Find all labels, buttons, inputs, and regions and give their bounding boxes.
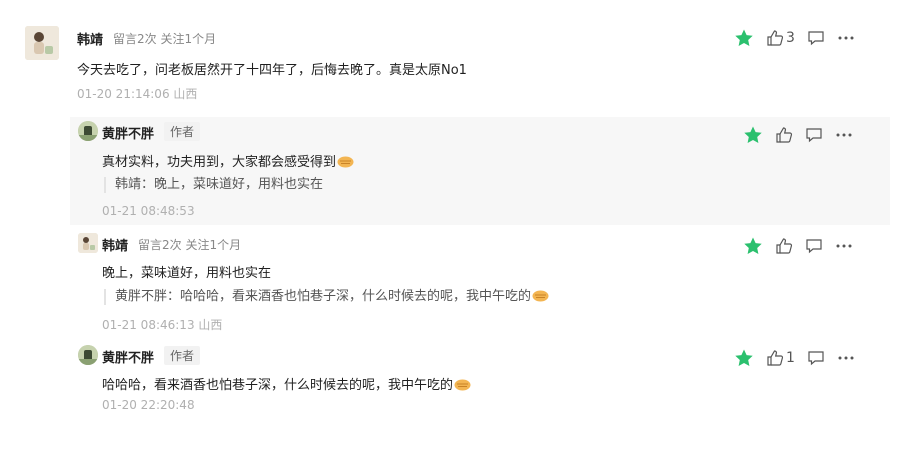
- reply-actions: [743, 124, 865, 146]
- reply-commenter-name[interactable]: 韩靖: [102, 235, 128, 254]
- star-icon: [744, 126, 762, 143]
- reply-text: 真材实料，功夫用到，大家都会感受得到: [102, 151, 354, 170]
- like-count: 1: [786, 350, 795, 366]
- handshake-emoji: [454, 378, 471, 391]
- star-button[interactable]: [743, 236, 763, 256]
- reply-button[interactable]: [807, 29, 825, 47]
- like-count: 3: [786, 30, 795, 46]
- comment-icon: [806, 128, 822, 143]
- comment-icon: [808, 31, 824, 46]
- like-button[interactable]: 3: [766, 29, 795, 47]
- reply-author-name[interactable]: 黄胖不胖: [102, 123, 154, 142]
- like-button[interactable]: 1: [766, 349, 795, 367]
- author-avatar[interactable]: [78, 345, 98, 365]
- commenter-avatar[interactable]: [25, 26, 59, 60]
- reply-time: 01-21 08:46:13 山西: [102, 318, 223, 332]
- reply-time: 01-21 08:48:53: [102, 204, 195, 218]
- reply-quote: 黄胖不胖：哈哈哈，看来酒香也怕巷子深，什么时候去的呢，我中午吃的: [104, 289, 549, 305]
- more-icon: [838, 356, 854, 360]
- star-button[interactable]: [743, 125, 763, 145]
- comment-icon: [806, 239, 822, 254]
- reply-text-content: 哈哈哈，看来酒香也怕巷子深，什么时候去的呢，我中午吃的: [102, 378, 454, 393]
- thumbs-up-icon: [776, 127, 793, 143]
- more-button[interactable]: [835, 237, 853, 255]
- reply-text-content: 真材实料，功夫用到，大家都会感受得到: [102, 155, 337, 170]
- more-icon: [838, 36, 854, 40]
- more-icon: [836, 244, 852, 248]
- reply-time: 01-20 22:20:48: [102, 398, 195, 412]
- more-button[interactable]: [835, 126, 853, 144]
- thumbs-up-icon: [776, 238, 793, 254]
- star-icon: [735, 29, 753, 46]
- more-button[interactable]: [837, 349, 855, 367]
- star-icon: [744, 237, 762, 254]
- thumbs-up-icon: [767, 30, 784, 46]
- like-button[interactable]: [775, 126, 793, 144]
- thumbs-up-icon: [767, 350, 784, 366]
- reply-actions: [743, 235, 865, 257]
- more-icon: [836, 133, 852, 137]
- comment-actions: 3: [734, 27, 867, 49]
- reply-author-name[interactable]: 黄胖不胖: [102, 347, 154, 366]
- comment-text: 今天去吃了，问老板居然开了十四年了，后悔去晚了。真是太原No1: [77, 63, 467, 78]
- reply-button[interactable]: [805, 237, 823, 255]
- commenter-avatar[interactable]: [78, 233, 98, 253]
- commenter-name[interactable]: 韩靖: [77, 29, 103, 48]
- star-icon: [735, 349, 753, 366]
- handshake-emoji: [337, 155, 354, 168]
- author-badge: 作者: [164, 122, 201, 141]
- commenter-meta: 留言2次 关注1个月: [113, 32, 217, 46]
- like-button[interactable]: [775, 237, 793, 255]
- author-avatar[interactable]: [78, 121, 98, 141]
- reply-actions: 1: [734, 347, 867, 369]
- reply-button[interactable]: [807, 349, 825, 367]
- reply-quote: 韩靖：晚上，菜味道好，用料也实在: [104, 177, 323, 193]
- reply-commenter-meta: 留言2次 关注1个月: [138, 238, 242, 252]
- star-button[interactable]: [734, 28, 754, 48]
- more-button[interactable]: [837, 29, 855, 47]
- star-button[interactable]: [734, 348, 754, 368]
- author-badge: 作者: [164, 346, 201, 365]
- comment-time: 01-20 21:14:06 山西: [77, 87, 198, 101]
- reply-text: 哈哈哈，看来酒香也怕巷子深，什么时候去的呢，我中午吃的: [102, 374, 471, 393]
- reply-quote-content: 黄胖不胖：哈哈哈，看来酒香也怕巷子深，什么时候去的呢，我中午吃的: [115, 289, 532, 304]
- reply-text: 晚上，菜味道好，用料也实在: [102, 266, 272, 281]
- reply-button[interactable]: [805, 126, 823, 144]
- handshake-emoji: [532, 289, 549, 302]
- comment-icon: [808, 351, 824, 366]
